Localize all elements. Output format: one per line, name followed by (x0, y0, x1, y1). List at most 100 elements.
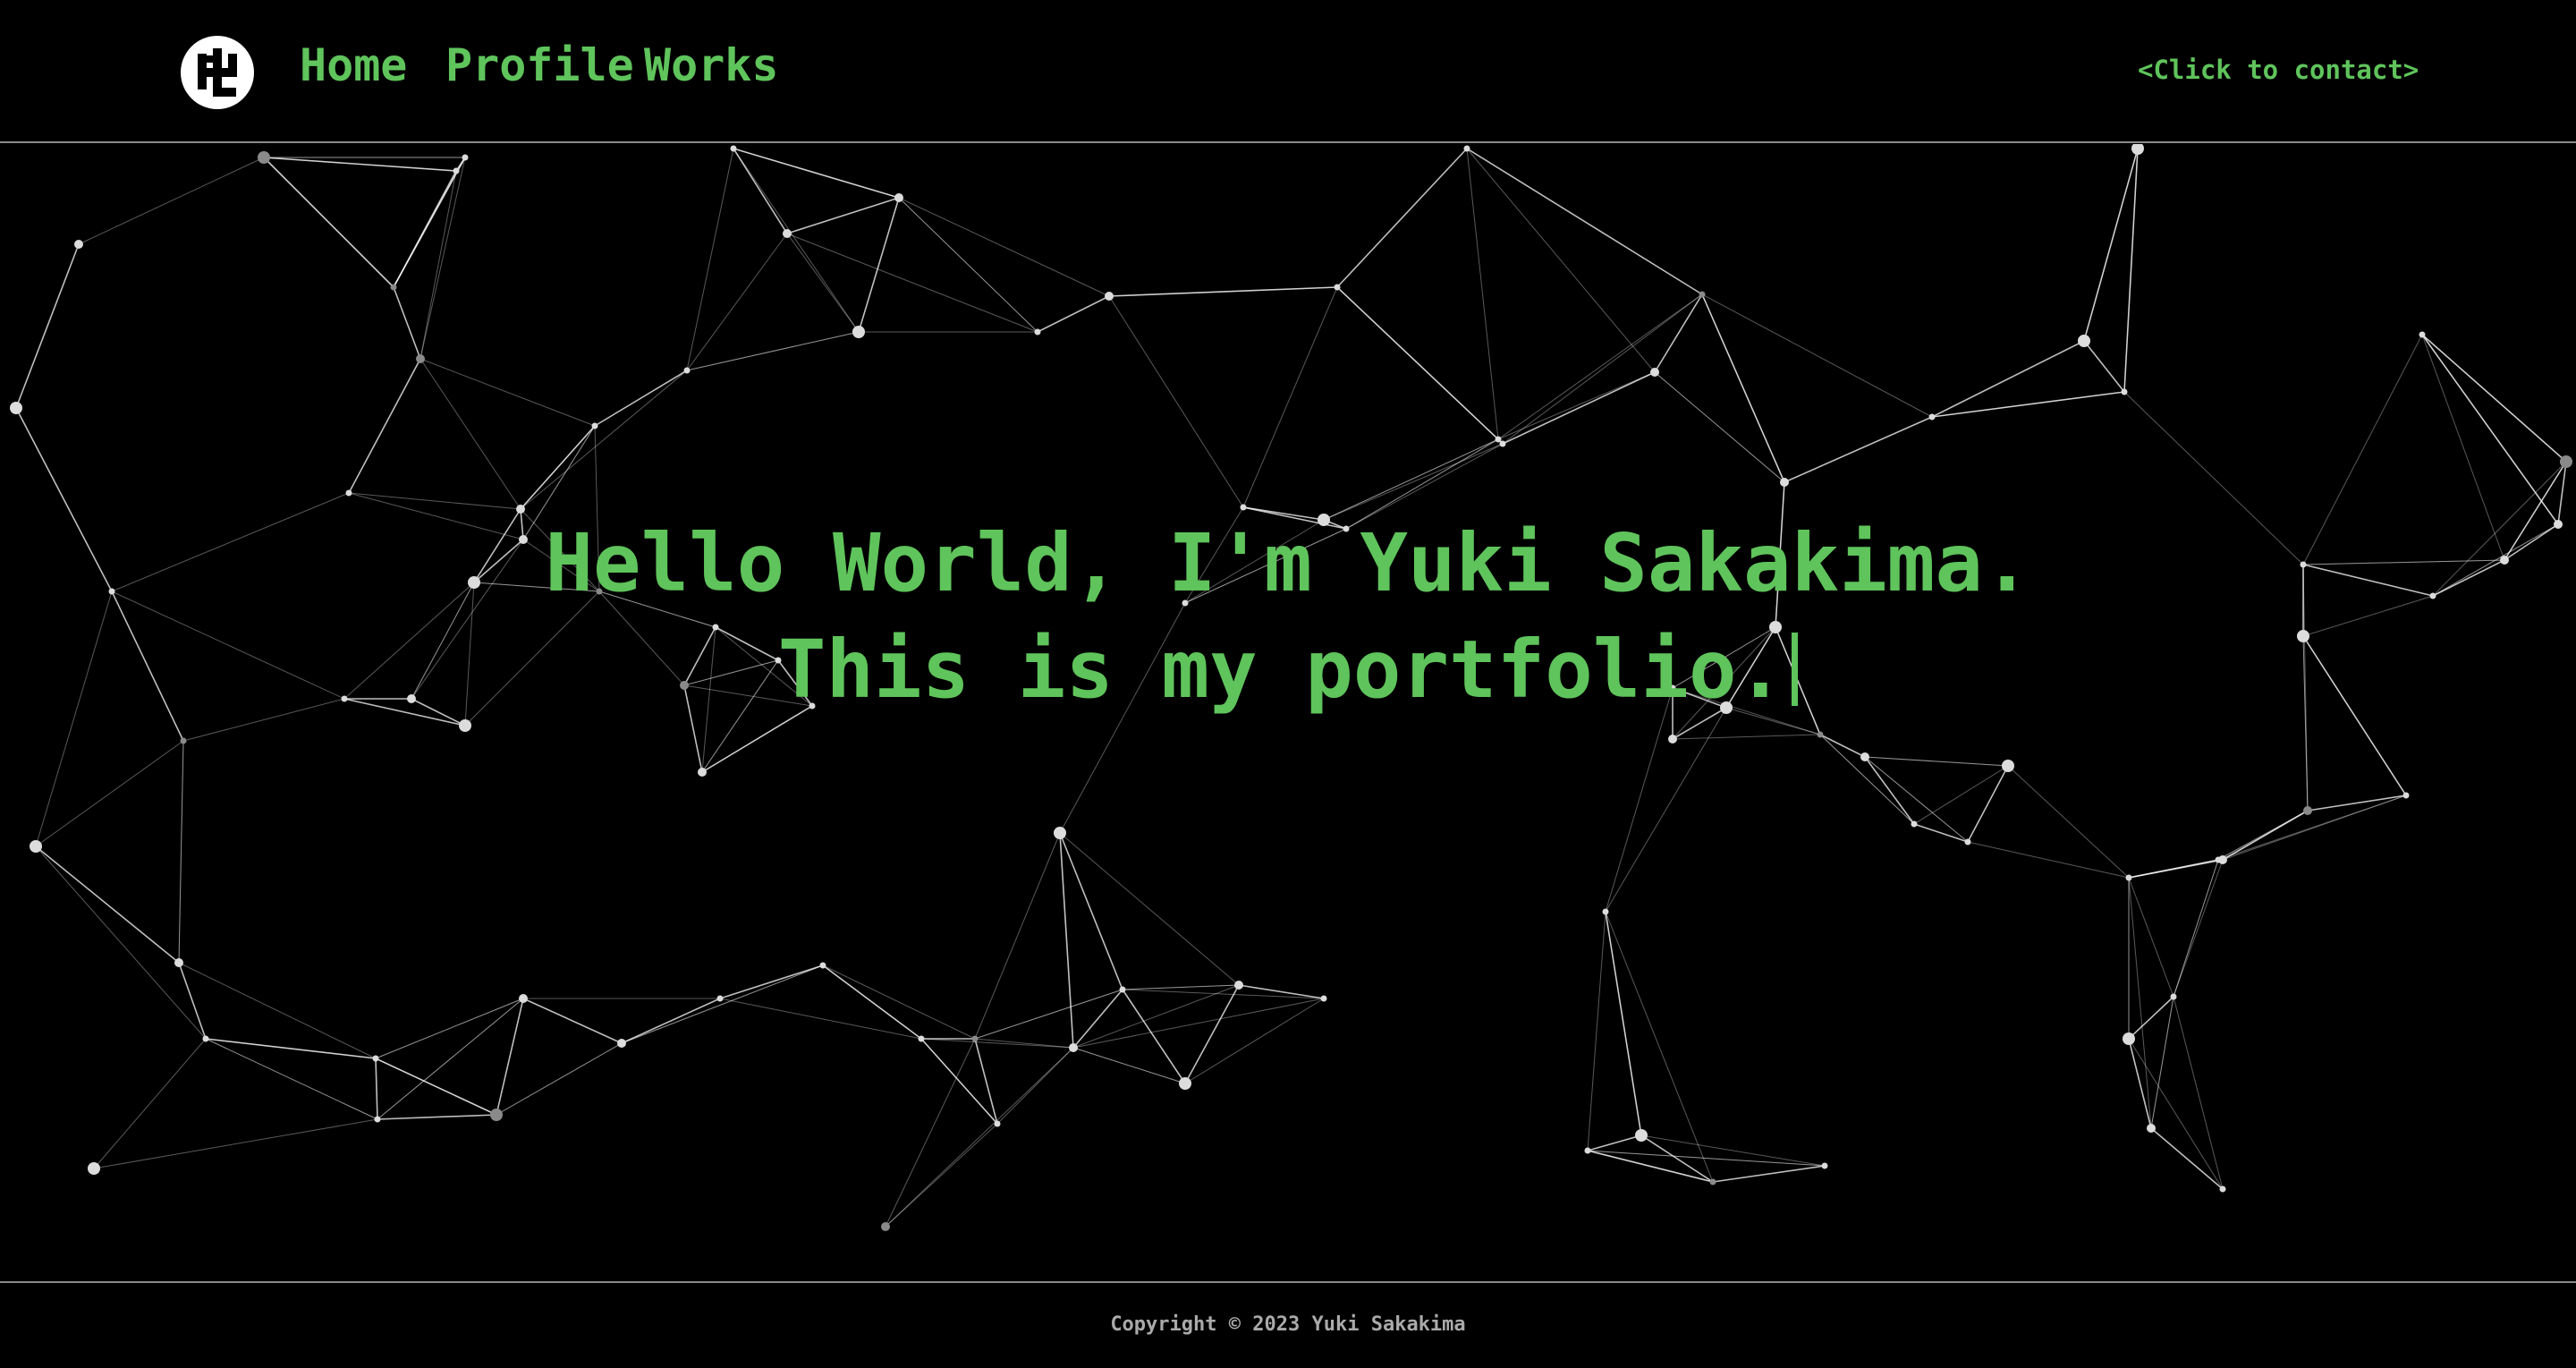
network-line (1122, 984, 1240, 990)
network-node (1635, 1129, 1648, 1142)
network-line (733, 148, 900, 199)
network-line (496, 998, 524, 1116)
network-node (1780, 478, 1789, 487)
nav-works-link[interactable]: Works (644, 43, 779, 88)
network-line (496, 1042, 623, 1116)
network-line (2173, 996, 2224, 1190)
network-node (2123, 1032, 2135, 1045)
network-line (822, 964, 976, 1040)
nav-profile-link[interactable]: Profile (445, 43, 634, 88)
network-line (1819, 734, 1915, 825)
network-node (74, 240, 83, 249)
hero-heading: Hello World, I'm Yuki Sakakima. This is … (0, 510, 2576, 723)
network-node (30, 840, 42, 853)
contact-link[interactable]: <Click to contact> (2138, 57, 2419, 83)
network-line (1587, 1150, 1714, 1183)
network-line (2123, 148, 2139, 393)
network-node (2560, 455, 2572, 468)
site-logo[interactable] (181, 36, 254, 109)
network-line (1108, 295, 1244, 508)
network-line (858, 197, 900, 333)
network-line (1640, 1134, 1714, 1183)
network-line (898, 197, 1038, 333)
network-node (1584, 1147, 1591, 1154)
network-line (594, 370, 688, 427)
network-line (2128, 1038, 2224, 1190)
network-line (1864, 756, 2009, 767)
nav-home-link[interactable]: Home (300, 43, 407, 88)
network-node (783, 229, 792, 238)
network-line (263, 157, 457, 172)
network-node (2131, 144, 2144, 155)
network-node (2121, 388, 2128, 395)
network-node (1602, 908, 1609, 915)
network-line (419, 157, 466, 360)
network-node (1495, 436, 1502, 443)
network-line (1587, 1150, 1826, 1167)
network-line (393, 157, 466, 288)
copyright-text: Copyright © 2023 Yuki Sakakima (1110, 1313, 1466, 1336)
network-line (1784, 416, 1933, 483)
network-line (178, 740, 184, 964)
network-line (2007, 765, 2130, 879)
yuki-logo-icon (198, 48, 237, 97)
network-node (881, 1222, 890, 1231)
network-line (35, 845, 180, 964)
network-line (1819, 734, 1866, 758)
network-line (920, 1038, 1074, 1049)
network-node (2402, 792, 2410, 799)
network-node (1334, 284, 1341, 291)
network-line (2150, 996, 2174, 1129)
network-line (522, 998, 623, 1044)
network-line (348, 358, 421, 494)
network-node (1821, 1162, 1828, 1169)
hero-line-2-wrap: This is my portfolio. (0, 616, 2576, 723)
network-node (819, 962, 826, 969)
network-line (733, 148, 788, 234)
network-line (1967, 765, 2009, 843)
network-node (591, 422, 598, 429)
network-line (1497, 371, 1656, 440)
network-line (1864, 756, 1915, 825)
network-line (178, 962, 377, 1059)
network-line (2421, 334, 2559, 525)
network-line (2173, 859, 2219, 998)
network-line (621, 964, 824, 1044)
network-node (1069, 1043, 1078, 1052)
network-line (2173, 859, 2224, 998)
network-node (2170, 993, 2177, 1000)
network-line (1059, 832, 1240, 986)
network-node (1320, 995, 1327, 1002)
typing-cursor (1792, 633, 1799, 706)
site-header: Home Profile Works <Click to contact> (0, 0, 2576, 143)
network-line (1654, 293, 1703, 373)
network-line (1654, 371, 1785, 483)
network-line (2083, 148, 2139, 342)
network-line (898, 197, 1110, 297)
network-node (730, 145, 737, 152)
network-node (852, 326, 865, 338)
network-line (1323, 438, 1499, 521)
network-node (1463, 145, 1470, 152)
network-node (971, 1035, 979, 1042)
network-node (10, 402, 22, 414)
network-line (205, 1038, 378, 1120)
network-line (2222, 810, 2309, 861)
network-line (686, 148, 734, 371)
network-line (1640, 1134, 1826, 1167)
network-node (2419, 331, 2426, 338)
network-line (1587, 1134, 1642, 1151)
network-node (416, 354, 425, 363)
network-node (1054, 827, 1066, 839)
network-line (719, 964, 824, 999)
network-line (1242, 286, 1338, 508)
network-line (1466, 148, 1656, 373)
network-line (621, 998, 721, 1044)
network-node (453, 167, 460, 174)
network-line (1072, 1047, 1186, 1084)
network-node (1860, 752, 1869, 761)
network-line (1605, 707, 1727, 913)
network-line (1712, 1165, 1826, 1183)
network-line (885, 1038, 976, 1228)
network-node (2218, 855, 2227, 864)
